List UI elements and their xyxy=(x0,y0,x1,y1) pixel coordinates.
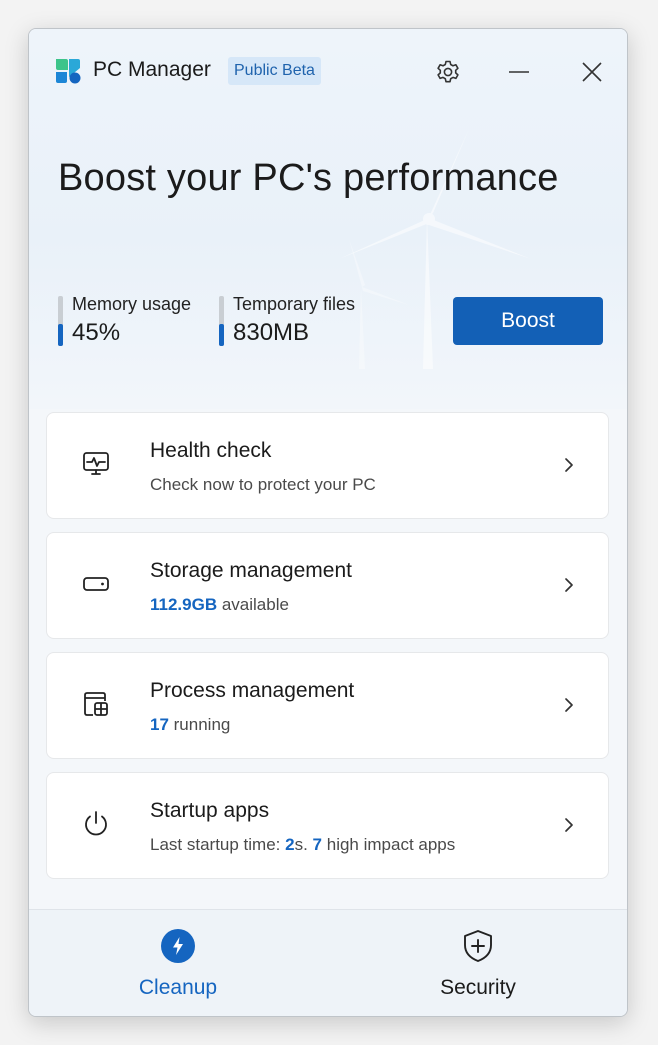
gear-icon xyxy=(437,60,459,83)
minimize-icon xyxy=(509,71,529,73)
memory-usage-label: Memory usage xyxy=(72,294,192,314)
startup-time-value: 2 xyxy=(285,835,295,854)
process-window-icon xyxy=(84,692,108,716)
startup-apps-title: Startup apps xyxy=(150,799,270,822)
chevron-right-icon xyxy=(565,698,573,712)
nav-security-tab[interactable]: Security xyxy=(378,928,578,1008)
storage-available-value: 112.9GB xyxy=(150,595,218,614)
storage-management-card[interactable]: Storage management 112.9GB available xyxy=(46,532,609,639)
app-title: PC Manager xyxy=(93,58,211,81)
pc-manager-logo-icon xyxy=(56,59,81,84)
health-monitor-icon xyxy=(83,452,109,475)
drive-icon xyxy=(83,577,109,591)
bottom-navigation: Cleanup Security xyxy=(29,909,627,1016)
process-management-title: Process management xyxy=(150,679,355,702)
startup-time-label: Last startup time: xyxy=(150,835,286,854)
memory-usage-value: 45% xyxy=(72,319,121,346)
settings-button[interactable] xyxy=(432,56,464,88)
temporary-files-bar-fill xyxy=(219,323,224,346)
nav-cleanup-label: Cleanup xyxy=(138,976,218,999)
health-check-subtitle: Check now to protect your PC xyxy=(150,475,376,494)
startup-apps-subtitle: Last startup time: 2s. 7 high impact app… xyxy=(150,835,455,855)
power-icon xyxy=(85,811,107,836)
startup-apps-card[interactable]: Startup apps Last startup time: 2s. 7 hi… xyxy=(46,772,609,879)
minimize-button[interactable] xyxy=(503,56,535,88)
temporary-files-label: Temporary files xyxy=(233,294,356,314)
nav-security-label: Security xyxy=(440,976,516,999)
memory-usage-bar xyxy=(58,296,63,346)
close-button[interactable] xyxy=(576,56,608,88)
temporary-files-value: 830MB xyxy=(233,319,310,346)
chevron-right-icon xyxy=(565,458,573,472)
nav-cleanup-tab[interactable]: Cleanup xyxy=(78,928,278,1008)
running-process-count: 17 xyxy=(150,715,169,734)
temporary-files-bar xyxy=(219,296,224,346)
memory-usage-bar-fill xyxy=(58,323,63,346)
title-bar: PC Manager Public Beta xyxy=(29,29,627,113)
chevron-right-icon xyxy=(565,818,573,832)
pc-manager-window: PC Manager Public Beta Boost your PC's p… xyxy=(28,28,628,1017)
lightning-bolt-icon xyxy=(160,928,196,964)
close-icon xyxy=(582,62,602,82)
shield-plus-icon xyxy=(460,928,496,964)
public-beta-badge: Public Beta xyxy=(228,57,321,85)
storage-available-label: available xyxy=(217,595,289,614)
storage-management-title: Storage management xyxy=(150,559,352,582)
running-label: running xyxy=(168,715,231,734)
storage-management-subtitle: 112.9GB available xyxy=(150,595,289,615)
health-check-card[interactable]: Health check Check now to protect your P… xyxy=(46,412,609,519)
chevron-right-icon xyxy=(565,578,573,592)
boost-button[interactable]: Boost xyxy=(453,297,603,345)
startup-time-unit: s. xyxy=(294,835,313,854)
high-impact-label: high impact apps xyxy=(322,835,456,854)
process-management-subtitle: 17 running xyxy=(150,715,230,735)
high-impact-count: 7 xyxy=(312,835,323,854)
page-headline: Boost your PC's performance xyxy=(58,157,559,199)
health-check-title: Health check xyxy=(150,439,272,462)
process-management-card[interactable]: Process management 17 running xyxy=(46,652,609,759)
